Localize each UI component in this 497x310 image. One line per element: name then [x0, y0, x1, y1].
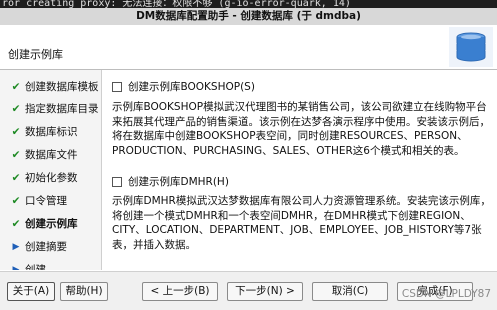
dmhr-checkbox-label[interactable]: 创建示例库DMHR(H) [128, 175, 229, 189]
step-label: 指定数据库目录 [25, 103, 99, 115]
window-titlebar[interactable]: DM数据库配置助手 - 创建数据库 (于 dmdba) [0, 8, 497, 25]
arrow-right-icon: ▶ [12, 242, 20, 252]
next-button[interactable]: 下一步(N) > [227, 282, 303, 301]
step-db-identity: ✔ 数据库标识 [0, 121, 101, 143]
dmhr-description: 示例库DMHR模拟武汉达梦数据库有限公司人力资源管理系统。安装完该示例库，将创建… [112, 195, 491, 251]
database-logo-icon [449, 27, 493, 67]
step-db-directory: ✔ 指定数据库目录 [0, 98, 101, 120]
check-icon: ✔ [11, 195, 21, 207]
check-icon: ✔ [11, 149, 21, 161]
step-label: 创建数据库模板 [25, 81, 99, 93]
check-icon: ✔ [11, 172, 21, 184]
step-label: 数据库标识 [25, 126, 78, 138]
step-password: ✔ 口令管理 [0, 190, 101, 212]
step-summary: ▶ 创建摘要 [0, 236, 101, 258]
step-label: 初始化参数 [25, 172, 78, 184]
step-init-params: ✔ 初始化参数 [0, 167, 101, 189]
window-title: DM数据库配置助手 - 创建数据库 (于 dmdba) [136, 10, 361, 22]
check-icon: ✔ [11, 103, 21, 115]
step-label: 创建示例库 [25, 218, 78, 230]
help-button[interactable]: 帮助(H) [60, 282, 108, 301]
back-button[interactable]: < 上一步(B) [142, 282, 218, 301]
step-label: 数据库文件 [25, 149, 78, 161]
bookshop-description: 示例库BOOKSHOP模拟武汉代理图书的某销售公司，该公司欲建立在线购物平台来拓… [112, 101, 490, 157]
arrow-right-icon: ▶ [12, 265, 20, 270]
cancel-button[interactable]: 取消(C) [312, 282, 388, 301]
step-label: 创建 [25, 264, 46, 270]
bookshop-checkbox-label[interactable]: 创建示例库BOOKSHOP(S) [128, 80, 255, 94]
check-icon: ✔ [11, 218, 21, 230]
terminal-output-line: ror creating proxy: 无法连接：权限不够 (g-io-erro… [0, 0, 497, 8]
wizard-steps: ✔ 创建数据库模板 ✔ 指定数据库目录 ✔ 数据库标识 ✔ 数据库文件 ✔ 初始… [0, 70, 102, 270]
dmhr-checkbox[interactable] [112, 177, 122, 187]
check-icon: ✔ [11, 81, 21, 93]
watermark: CSDN @LPLDY87 [401, 288, 491, 300]
page-title: 创建示例库 [8, 48, 63, 61]
step-db-files: ✔ 数据库文件 [0, 144, 101, 166]
step-create: ▶ 创建 [0, 259, 101, 270]
step-sample-db: ✔ 创建示例库 [0, 213, 101, 235]
step-label: 创建摘要 [25, 241, 67, 253]
step-label: 口令管理 [25, 195, 67, 207]
main-panel: 创建示例库BOOKSHOP(S) 示例库BOOKSHOP模拟武汉代理图书的某销售… [106, 70, 497, 270]
bookshop-checkbox[interactable] [112, 82, 122, 92]
about-button[interactable]: 关于(A) [7, 282, 55, 301]
check-icon: ✔ [11, 126, 21, 138]
page-header: 创建示例库 [0, 25, 497, 69]
step-create-template: ✔ 创建数据库模板 [0, 76, 101, 98]
